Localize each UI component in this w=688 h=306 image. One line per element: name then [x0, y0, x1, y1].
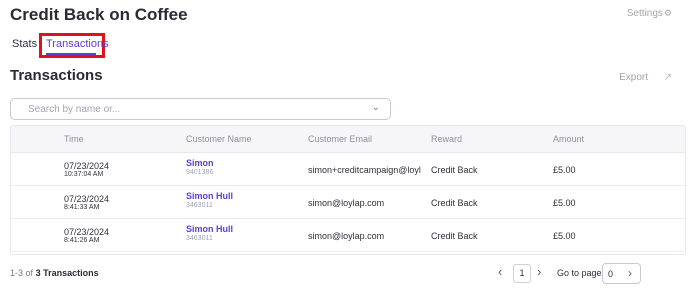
page-title: Credit Back on Coffee	[10, 5, 188, 24]
external-link-icon[interactable]: ↗	[664, 72, 672, 83]
tab-stats[interactable]: Stats	[12, 38, 37, 50]
page-number-button[interactable]: 1	[513, 264, 531, 283]
row-date: 07/23/2024	[64, 194, 110, 204]
of-text: of	[25, 268, 34, 278]
table-row[interactable]: 07/23/2024 10:37:04 AM Simon 9401386 sim…	[11, 153, 685, 186]
customer-id: 3463011	[186, 202, 213, 209]
settings-label: Settings	[626, 8, 663, 19]
section-title: Transactions	[10, 67, 103, 84]
row-time: 8:41:26 AM	[64, 237, 100, 244]
row-date: 07/23/2024	[64, 227, 110, 237]
settings-link[interactable]: Settings ⚙	[627, 8, 672, 19]
customer-email: simon@loylap.com	[308, 231, 385, 241]
go-to-page-field[interactable]: ›	[602, 263, 641, 284]
customer-email: simon+creditcampaign@loylap.c	[308, 165, 421, 175]
tab-bar: Stats Transactions	[12, 33, 109, 58]
go-to-page-input[interactable]	[608, 267, 624, 280]
total-count: 3 Transactions	[35, 268, 99, 278]
reward: Credit Back	[431, 198, 478, 208]
column-header-customer-email: Customer Email	[308, 134, 373, 144]
customer-id: 3463011	[186, 235, 213, 242]
search-field[interactable]: ⌄	[10, 98, 391, 120]
table-row[interactable]: 07/23/2024 8:41:33 AM Simon Hull 3463011…	[11, 186, 685, 219]
customer-name-link[interactable]: Simon Hull	[186, 191, 233, 201]
chevron-left-icon[interactable]: ‹	[498, 264, 502, 279]
pagination-summary: 1-3 of 3 Transactions	[10, 268, 99, 278]
customer-name-link[interactable]: Simon	[186, 158, 214, 168]
range-text: 1-3	[10, 268, 24, 278]
chevron-right-icon[interactable]: ›	[537, 264, 541, 279]
customer-email: simon@loylap.com	[308, 198, 385, 208]
column-header-customer-name: Customer Name	[186, 134, 252, 144]
amount: £5.00	[553, 165, 576, 175]
chevron-down-icon[interactable]: ⌄	[372, 102, 380, 113]
export-button[interactable]: Export	[619, 72, 648, 83]
gear-icon: ⚙	[663, 8, 672, 18]
reward: Credit Back	[431, 231, 478, 241]
customer-name-link[interactable]: Simon Hull	[186, 224, 233, 234]
column-header-amount: Amount	[553, 134, 585, 144]
table-header: Time Customer Name Customer Email Reward…	[11, 126, 685, 153]
row-date: 07/23/2024	[64, 161, 110, 171]
amount: £5.00	[553, 198, 576, 208]
tab-transactions[interactable]: Transactions	[46, 38, 109, 50]
transactions-table: Time Customer Name Customer Email Reward…	[10, 125, 686, 255]
go-to-page-label: Go to page	[557, 268, 602, 278]
chevron-right-icon[interactable]: ›	[628, 266, 632, 280]
column-header-reward: Reward	[431, 134, 463, 144]
search-input[interactable]	[28, 102, 348, 117]
row-time: 8:41:33 AM	[64, 204, 100, 211]
row-time: 10:37:04 AM	[64, 171, 104, 178]
customer-id: 9401386	[186, 169, 214, 176]
table-row[interactable]: 07/23/2024 8:41:26 AM Simon Hull 3463011…	[11, 219, 685, 252]
amount: £5.00	[553, 231, 576, 241]
reward: Credit Back	[431, 165, 478, 175]
active-tab-indicator	[46, 53, 96, 55]
column-header-time: Time	[64, 134, 84, 144]
